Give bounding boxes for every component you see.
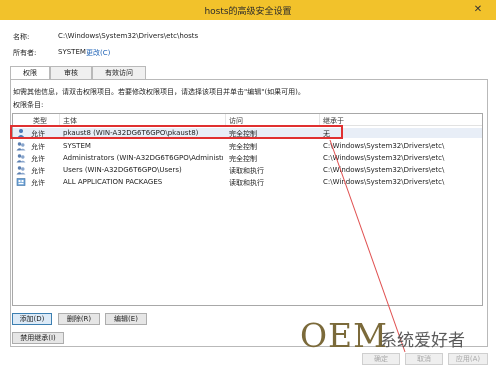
permission-entries-list[interactable]: 类型 主体 访问 继承于 允许 pkaust8 (WIN-A32DG6T6GPO… [12,113,483,306]
owner-label: 所有者: [13,49,37,57]
window-title: hosts的高级安全设置 [204,7,292,17]
row-inherited: C:\Windows\System32\Drivers\etc\ [323,166,445,174]
cancel-button[interactable]: 取消 [405,353,443,365]
row-principal: SYSTEM [63,142,91,150]
remove-button[interactable]: 删除(R) [58,313,100,325]
row-access: 完全控制 [229,155,257,163]
tab-audit[interactable]: 审核 [50,66,92,79]
apply-button[interactable]: 应用(A) [448,353,488,365]
row-inherited: C:\Windows\System32\Drivers\etc\ [323,178,445,186]
close-icon[interactable]: ✕ [465,2,491,17]
row-inherited: C:\Windows\System32\Drivers\etc\ [323,154,445,162]
add-button[interactable]: 添加(D) [12,313,52,325]
row-access: 读取和执行 [229,179,264,187]
tab-label: 权限 [23,69,37,77]
watermark-brand: OEM [300,316,388,355]
group-icon [16,166,26,175]
info-text: 如需其他信息，请双击权限项目。若要修改权限项目，请选择该项目并单击"编辑"(如果… [13,88,305,96]
package-icon [16,178,26,186]
row-access: 完全控制 [229,143,257,151]
row-inherited: C:\Windows\System32\Drivers\etc\ [323,142,445,150]
owner-change-link[interactable]: 更改(C) [86,48,110,58]
table-row[interactable]: 允许 SYSTEM 完全控制 C:\Windows\System32\Drive… [13,141,482,151]
watermark-text: 系统爱好者 [380,331,465,351]
disable-inheritance-button[interactable]: 禁用继承(I) [12,332,64,344]
owner-value: SYSTEM [58,48,86,56]
row-type: 允许 [31,155,45,163]
row-type: 允许 [31,143,45,151]
group-icon [16,154,26,163]
table-row[interactable]: 允许 Users (WIN-A32DG6T6GPO\Users) 读取和执行 C… [13,165,482,175]
name-label: 名称: [13,33,30,41]
tab-label: 有效访问 [105,69,133,77]
row-type: 允许 [31,179,45,187]
table-row[interactable]: 允许 Administrators (WIN-A32DG6T6GPO\Admin… [13,153,482,163]
title-bar: hosts的高级安全设置 ✕ [0,0,496,20]
row-type: 允许 [31,167,45,175]
row-principal: Users (WIN-A32DG6T6GPO\Users) [63,166,182,174]
name-value: C:\Windows\System32\Drivers\etc\hosts [58,32,199,40]
table-row[interactable]: 允许 ALL APPLICATION PACKAGES 读取和执行 C:\Win… [13,177,482,187]
row-access: 读取和执行 [229,167,264,175]
tab-permissions[interactable]: 权限 [10,66,50,80]
highlight-annotation-box [10,125,343,139]
row-inherited: 无 [323,130,330,138]
row-principal: ALL APPLICATION PACKAGES [63,178,163,186]
permission-entries-label: 权限条目: [13,101,44,109]
tab-effective-access[interactable]: 有效访问 [92,66,146,79]
edit-button[interactable]: 编辑(E) [105,313,147,325]
group-icon [16,142,26,151]
tab-label: 审核 [64,69,78,77]
row-principal: Administrators (WIN-A32DG6T6GPO\Administ… [63,154,223,162]
